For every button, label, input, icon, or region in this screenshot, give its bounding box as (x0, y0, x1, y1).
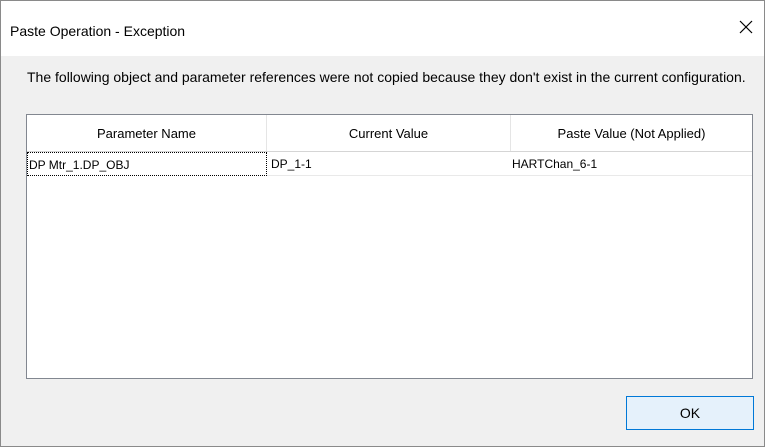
cell-parameter-name[interactable]: DP Mtr_1.DP_OBJ (27, 152, 267, 176)
close-button[interactable] (728, 11, 764, 43)
table-header: Parameter Name Current Value Paste Value… (27, 115, 752, 152)
column-header-current-value[interactable]: Current Value (267, 115, 511, 151)
title-bar[interactable]: Paste Operation - Exception (1, 1, 764, 56)
cell-current-value[interactable]: DP_1-1 (267, 152, 511, 176)
ok-button[interactable]: OK (626, 396, 754, 430)
close-icon (739, 20, 753, 34)
column-header-parameter-name[interactable]: Parameter Name (27, 115, 267, 151)
dialog-title: Paste Operation - Exception (10, 23, 186, 39)
references-table[interactable]: Parameter Name Current Value Paste Value… (26, 114, 753, 379)
exception-message: The following object and parameter refer… (27, 69, 746, 85)
cell-paste-value[interactable]: HARTChan_6-1 (511, 152, 752, 176)
column-header-paste-value[interactable]: Paste Value (Not Applied) (511, 115, 752, 151)
table-row[interactable]: DP Mtr_1.DP_OBJ DP_1-1 HARTChan_6-1 (27, 152, 752, 176)
paste-exception-dialog: Paste Operation - Exception The followin… (0, 0, 765, 447)
